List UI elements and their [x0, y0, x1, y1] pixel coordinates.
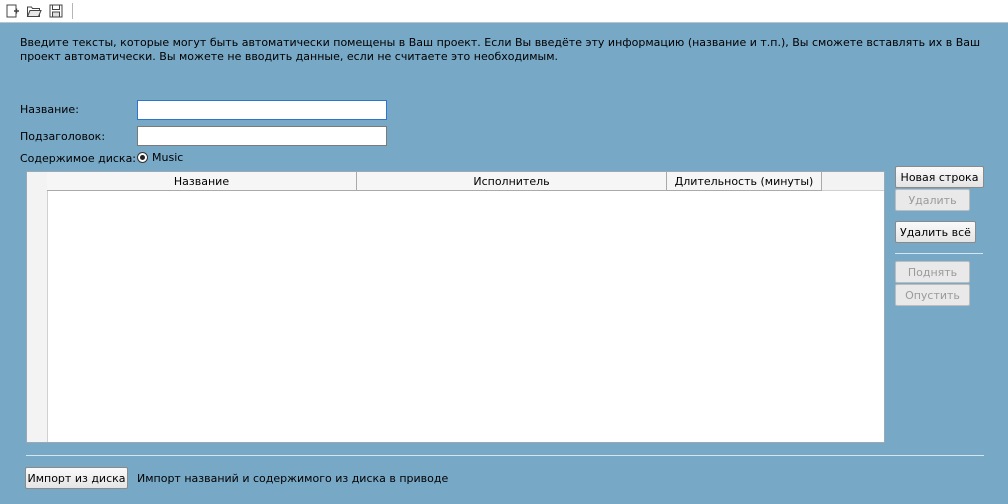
column-artist[interactable]: Исполнитель [357, 172, 667, 191]
subtitle-label: Подзаголовок: [20, 130, 106, 143]
new-row-button[interactable]: Новая строка [895, 166, 984, 188]
row-header-column [27, 172, 48, 442]
toolbar-separator [72, 3, 73, 19]
move-up-button[interactable]: Поднять [895, 261, 970, 283]
save-button[interactable] [46, 1, 66, 21]
delete-all-button[interactable]: Удалить всё [895, 221, 976, 243]
side-separator [895, 253, 983, 254]
header-filler [822, 172, 884, 191]
title-input[interactable] [137, 100, 387, 120]
open-button[interactable] [24, 1, 44, 21]
column-duration[interactable]: Длительность (минуты) [667, 172, 822, 191]
new-project-button[interactable] [2, 1, 22, 21]
subtitle-input[interactable] [137, 126, 387, 146]
column-title[interactable]: Название [47, 172, 357, 191]
disc-content-label: Содержимое диска: [20, 152, 137, 165]
move-down-button[interactable]: Опустить [895, 284, 970, 306]
disc-content-radio[interactable]: Music [137, 151, 183, 164]
new-project-icon [6, 4, 19, 18]
import-description: Импорт названий и содержимого из диска в… [137, 472, 449, 485]
save-icon [49, 4, 63, 18]
tracks-table[interactable]: Название Исполнитель Длительность (минут… [26, 171, 885, 443]
table-header: Название Исполнитель Длительность (минут… [47, 172, 822, 191]
title-label: Название: [20, 103, 79, 116]
bottom-separator [26, 455, 984, 456]
toolbar [0, 0, 1008, 23]
intro-text: Введите тексты, которые могут быть автом… [20, 36, 981, 63]
disc-content-option-label: Music [152, 151, 184, 164]
delete-button[interactable]: Удалить [895, 189, 970, 211]
import-from-disc-button[interactable]: Импорт из диска [25, 467, 128, 489]
radio-selected-icon[interactable] [137, 152, 148, 163]
open-folder-icon [26, 6, 42, 17]
